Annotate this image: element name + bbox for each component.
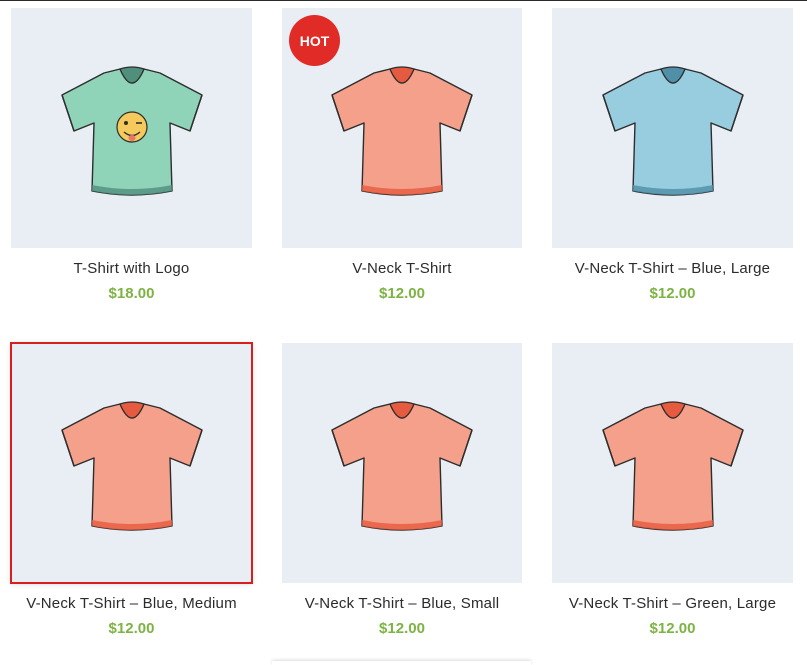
product-image-selected[interactable] [10,342,253,584]
tshirt-body [331,68,473,196]
product-card[interactable]: T-Shirt with Logo $18.00 [11,8,252,343]
product-card[interactable]: HOT V-Neck T-Shirt $12.00 [282,8,522,343]
tshirt-image [60,401,203,531]
product-card[interactable]: V-Neck T-Shirt – Blue, Large $12.00 [552,8,793,343]
product-title[interactable]: V-Neck T-Shirt – Blue, Small [282,595,522,612]
tshirt-body [331,403,473,531]
tshirt-image [60,66,203,196]
product-title[interactable]: V-Neck T-Shirt – Blue, Medium [11,595,252,612]
top-divider [0,0,807,1]
product-card[interactable]: V-Neck T-Shirt – Blue, Medium $12.00 [10,342,253,665]
tshirt-image [601,401,744,531]
tshirt-body [60,403,203,531]
product-price: $12.00 [379,285,425,302]
winking-face-logo [115,111,148,143]
tshirt-image [331,66,473,196]
tshirt-image [601,66,744,196]
product-image[interactable]: HOT [282,8,522,248]
product-price: $18.00 [108,285,155,302]
product-card[interactable]: V-Neck T-Shirt – Blue, Small $12.00 [282,343,522,665]
product-image[interactable] [552,8,793,248]
product-price: $12.00 [379,620,425,637]
product-image[interactable] [282,343,522,583]
product-grid: T-Shirt with Logo $18.00 HOT V-Neck T-Sh… [10,8,793,665]
product-title[interactable]: T-Shirt with Logo [11,260,252,277]
product-title[interactable]: V-Neck T-Shirt [282,260,522,277]
product-price: $12.00 [108,620,155,637]
product-card[interactable]: V-Neck T-Shirt – Green, Large $12.00 [552,343,793,665]
hot-badge: HOT [289,15,340,66]
product-image[interactable] [11,8,252,248]
tshirt-body [601,403,744,531]
product-image[interactable] [552,343,793,583]
product-price: $12.00 [649,285,696,302]
tshirt-body [601,68,744,196]
product-title[interactable]: V-Neck T-Shirt – Blue, Large [552,260,793,277]
next-row-edge [272,661,531,665]
product-price: $12.00 [649,620,696,637]
tshirt-image [331,401,473,531]
product-title[interactable]: V-Neck T-Shirt – Green, Large [552,595,793,612]
